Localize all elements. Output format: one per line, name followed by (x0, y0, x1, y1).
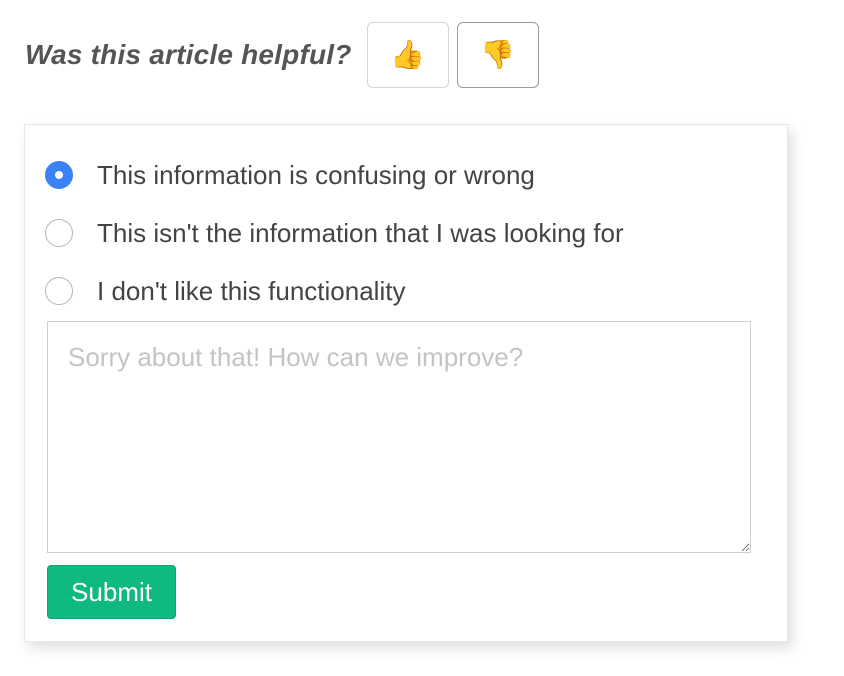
reason-option-dislike-functionality[interactable]: I don't like this functionality (45, 277, 405, 305)
improvement-textarea[interactable] (47, 321, 751, 553)
radio-not-looking-for[interactable] (45, 219, 73, 247)
helpful-row: Was this article helpful? 👍 👎 (25, 22, 539, 88)
submit-button[interactable]: Submit (47, 565, 176, 619)
feedback-widget: Was this article helpful? 👍 👎 This infor… (0, 0, 844, 676)
reason-option-not-looking-for[interactable]: This isn't the information that I was lo… (45, 219, 624, 247)
radio-confusing[interactable] (45, 161, 73, 189)
radio-dislike-functionality[interactable] (45, 277, 73, 305)
thumbs-down-button[interactable]: 👎 (456, 22, 539, 88)
reason-label-dislike-functionality: I don't like this functionality (97, 276, 406, 306)
reason-option-confusing[interactable]: This information is confusing or wrong (45, 161, 535, 189)
thumbs-up-icon: 👍 (390, 38, 425, 71)
thumbs-up-button[interactable]: 👍 (366, 22, 449, 88)
reason-label-not-looking-for: This isn't the information that I was lo… (97, 218, 624, 248)
helpful-question: Was this article helpful? (25, 39, 352, 70)
reason-label-confusing: This information is confusing or wrong (97, 160, 535, 190)
thumbs-down-icon: 👎 (480, 38, 515, 71)
feedback-panel: This information is confusing or wrong T… (24, 124, 788, 642)
